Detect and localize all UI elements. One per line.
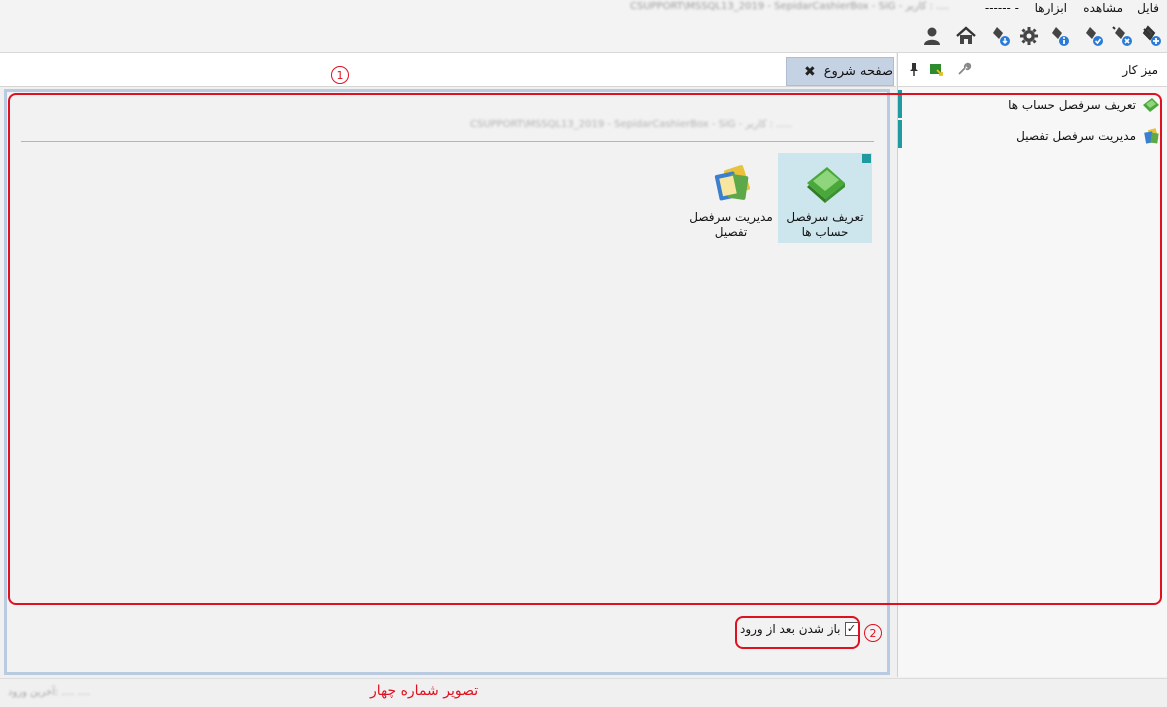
workspace-title: میز کار [1122, 63, 1158, 77]
export-icon[interactable] [928, 61, 944, 77]
annotation-marker-1: 1 [331, 66, 349, 84]
settings-icon[interactable] [1015, 22, 1043, 50]
figure-caption: تصویر شماره چهار [370, 683, 479, 699]
plug-remove-icon[interactable] [1108, 22, 1136, 50]
tab-start-page[interactable]: صفحه شروع ✖ [786, 57, 894, 86]
close-icon[interactable]: ✖ [804, 64, 816, 80]
menu-extra[interactable]: ------ - [985, 1, 1019, 15]
window-title: CSUPPORT\MSSQL13_2019 - SepidarCashierBo… [630, 1, 949, 12]
annotation-box-1 [8, 93, 1162, 605]
tab-strip: صفحه شروع ✖ [0, 53, 896, 87]
plug-info-icon[interactable] [1045, 22, 1073, 50]
plug-download-icon[interactable] [986, 22, 1014, 50]
toolbar [0, 18, 1167, 53]
home-icon[interactable] [952, 22, 980, 50]
menu-bar: فایل مشاهده ابزارها ------ - CSUPPORT\MS… [0, 0, 1167, 18]
plug-add-icon[interactable] [1137, 22, 1165, 50]
menu-tools[interactable]: ابزارها [1035, 1, 1067, 15]
status-bar: آخرین ورود: .... .... تصویر شماره چهار [0, 678, 1167, 707]
user-icon[interactable] [918, 22, 946, 50]
menu-view[interactable]: مشاهده [1083, 1, 1123, 15]
wrench-icon[interactable] [956, 61, 972, 77]
annotation-box-2 [735, 616, 860, 649]
tab-label: صفحه شروع [823, 64, 893, 79]
status-text: آخرین ورود: .... .... [8, 687, 91, 698]
annotation-marker-2: 2 [864, 624, 882, 642]
workspace-header: میز کار [898, 53, 1167, 87]
menu-file[interactable]: فایل [1137, 1, 1159, 15]
pin-icon[interactable] [906, 61, 922, 77]
plug-check-icon[interactable] [1079, 22, 1107, 50]
